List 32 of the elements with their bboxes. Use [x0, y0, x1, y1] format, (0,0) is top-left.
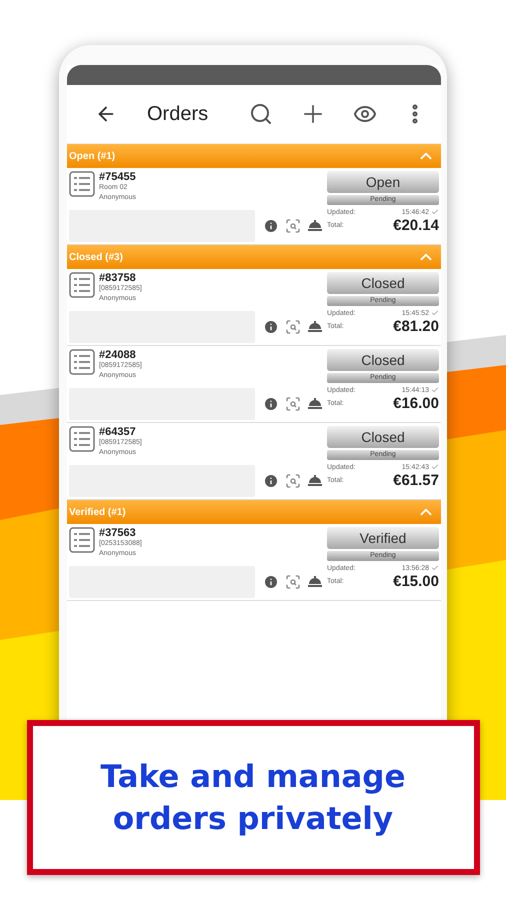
order-total: €15.00	[393, 573, 439, 590]
cloche-icon[interactable]	[307, 320, 323, 334]
screen-title: Orders	[147, 102, 210, 126]
order-total: €16.00	[393, 395, 439, 412]
cloche-icon[interactable]	[307, 575, 323, 589]
document-search-icon[interactable]	[285, 218, 301, 234]
status-button[interactable]: Verified	[327, 527, 439, 549]
cloche-icon[interactable]	[307, 397, 323, 411]
info-icon[interactable]	[263, 574, 279, 590]
order-number: #64357	[99, 426, 137, 438]
info-icon[interactable]	[263, 396, 279, 412]
status-button[interactable]: Closed	[327, 426, 439, 448]
info-icon[interactable]	[263, 319, 279, 335]
status-button[interactable]: Open	[327, 171, 439, 193]
order-number: #75455	[99, 171, 136, 183]
order-total: €61.57	[393, 472, 439, 489]
cloche-icon[interactable]	[307, 474, 323, 488]
document-search-icon[interactable]	[285, 473, 301, 489]
order-number: #83758	[99, 272, 137, 284]
status-button[interactable]: Closed	[327, 272, 439, 294]
cloche-icon[interactable]	[307, 219, 323, 233]
status-button[interactable]: Closed	[327, 349, 439, 371]
order-total: €81.20	[393, 318, 439, 335]
info-icon[interactable]	[263, 473, 279, 489]
order-number: #24088	[99, 349, 137, 361]
document-search-icon[interactable]	[285, 319, 301, 335]
order-number: #37563	[99, 527, 137, 539]
caption-text: Take and manage orders privately	[99, 758, 407, 838]
document-search-icon[interactable]	[285, 396, 301, 412]
info-icon[interactable]	[263, 218, 279, 234]
order-total: €20.14	[393, 217, 439, 234]
document-search-icon[interactable]	[285, 574, 301, 590]
